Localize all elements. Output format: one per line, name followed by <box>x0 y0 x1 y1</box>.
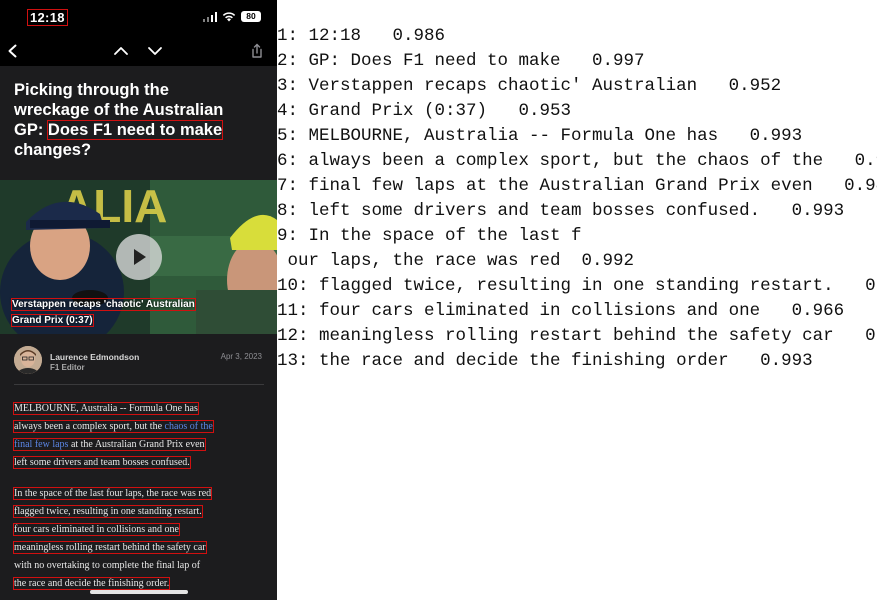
video-caption-line: Grand Prix (0:37) <box>11 314 94 327</box>
paragraph-line: In the space of the last four laps, the … <box>12 487 213 500</box>
ocr-result-line: 9: In the space of the last f <box>277 226 582 246</box>
ocr-result-line: 10: flagged twice, resulting in one stan… <box>277 276 877 296</box>
avatar-image <box>14 346 42 374</box>
ocr-result-line: 7: final few laps at the Australian Gran… <box>277 176 877 196</box>
author-name[interactable]: Laurence Edmondson <box>50 352 139 362</box>
battery-icon: 80 <box>241 11 261 22</box>
headline-line: Picking through the <box>14 81 169 99</box>
video-caption: Verstappen recaps 'chaotic' Australian G… <box>11 297 222 329</box>
play-triangle-icon <box>134 249 146 265</box>
paragraph-line: MELBOURNE, Australia -- Formula One has <box>13 402 199 415</box>
publish-date: Apr 3, 2023 <box>220 352 262 361</box>
paragraph-line: final few laps at the Australian Grand P… <box>13 438 206 451</box>
share-button[interactable] <box>246 40 268 62</box>
ocr-results-panel: 1: 12:18 0.986 2: GP: Does F1 need to ma… <box>277 24 877 600</box>
ocr-result-line: 3: Verstappen recaps chaotic' Australian… <box>277 76 782 96</box>
paragraph-line: always been a complex sport, but the cha… <box>13 420 214 433</box>
chaos-link[interactable]: chaos of the <box>165 421 213 432</box>
ocr-result-line: 2: GP: Does F1 need to make 0.997 <box>277 51 645 71</box>
ocr-result-line: 1: 12:18 0.986 <box>277 26 446 46</box>
headline-line: GP: Does F1 need to make <box>14 120 224 140</box>
divider <box>14 384 264 385</box>
ocr-result-line: 5: MELBOURNE, Australia -- Formula One h… <box>277 126 803 146</box>
ocr-result-line: 13: the race and decide the finishing or… <box>277 351 813 371</box>
next-article-button[interactable] <box>144 40 166 62</box>
paragraph-line: left some drivers and team bosses confus… <box>13 456 191 469</box>
chevron-down-icon <box>148 47 162 55</box>
author-role: F1 Editor <box>50 363 85 372</box>
status-time: 12:18 <box>27 9 68 26</box>
play-icon[interactable] <box>116 234 162 280</box>
headline-line: changes? <box>14 141 92 159</box>
ocr-result-line: 12: meaningless rolling restart behind t… <box>277 326 877 346</box>
wifi-icon <box>222 12 236 22</box>
avatar[interactable] <box>14 346 42 374</box>
ocr-result-line: 8: left some drivers and team bosses con… <box>277 201 845 221</box>
ocr-result-line: our laps, the race was red 0.992 <box>277 251 635 271</box>
share-icon <box>252 43 262 58</box>
status-bar: 12:18 80 <box>0 0 277 36</box>
final-laps-link[interactable]: final few laps <box>14 439 68 450</box>
paragraph-line: four cars eliminated in collisions and o… <box>13 523 180 536</box>
article-headline: Picking through the wreckage of the Aust… <box>14 80 264 160</box>
article-paragraph-1: MELBOURNE, Australia -- Formula One has … <box>13 400 266 472</box>
ocr-result-line: 6: always been a complex sport, but the … <box>277 151 877 171</box>
signal-icon <box>202 11 217 22</box>
paragraph-line: meaningless rolling restart behind the s… <box>13 541 207 554</box>
ocr-result-line: 4: Grand Prix (0:37) 0.953 <box>277 101 572 121</box>
phone-screen: 12:18 80 Picking through the wreckage of… <box>0 0 277 600</box>
back-button[interactable] <box>2 40 24 62</box>
chevron-up-icon <box>114 47 128 55</box>
article-paragraph-2: In the space of the last four laps, the … <box>12 485 266 593</box>
author-byline: Laurence Edmondson F1 Editor Apr 3, 2023 <box>14 346 264 378</box>
article-nav-bar <box>0 36 277 66</box>
back-icon <box>8 44 17 58</box>
paragraph-line: with no overtaking to complete the final… <box>14 560 201 571</box>
headline-highlight: Does F1 need to make <box>46 120 224 140</box>
status-icons: 80 <box>202 11 261 22</box>
ocr-result-line: 11: four cars eliminated in collisions a… <box>277 301 845 321</box>
video-caption-line: Verstappen recaps 'chaotic' Australian <box>11 298 196 311</box>
headline-line: wreckage of the Australian <box>14 101 224 119</box>
paragraph-line: flagged twice, resulting in one standing… <box>13 505 203 518</box>
home-indicator[interactable] <box>90 590 188 594</box>
previous-article-button[interactable] <box>110 40 132 62</box>
